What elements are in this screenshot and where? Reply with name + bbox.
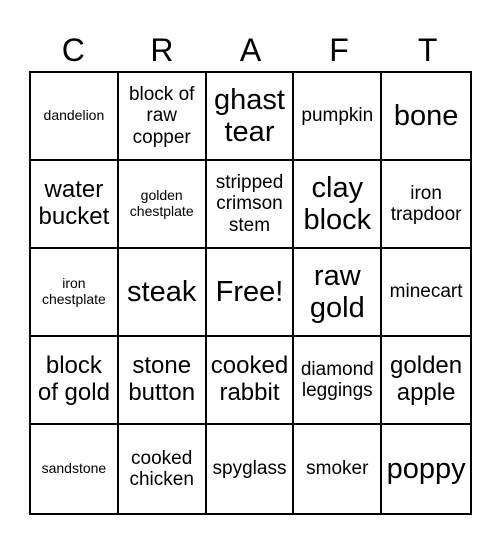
bingo-cell[interactable]: poppy — [382, 425, 470, 513]
bingo-cell[interactable]: cooked rabbit — [206, 337, 295, 425]
bingo-cell[interactable]: sandstone — [31, 425, 119, 513]
header-letter: R — [150, 32, 174, 68]
bingo-cell[interactable]: clay block — [294, 161, 383, 249]
bingo-header: C R A F T — [29, 30, 472, 70]
bingo-cell[interactable]: pumpkin — [294, 73, 383, 161]
free-space-cell[interactable]: Free! — [206, 249, 295, 337]
bingo-cell[interactable]: iron chestplate — [31, 249, 119, 337]
bingo-cell[interactable]: iron trapdoor — [382, 161, 470, 249]
bingo-cell[interactable]: steak — [118, 249, 207, 337]
bingo-cell[interactable]: ghast tear — [206, 73, 295, 161]
bingo-cell[interactable]: spyglass — [207, 425, 295, 513]
header-letter: T — [417, 32, 438, 68]
header-letter: C — [61, 32, 85, 68]
bingo-cell[interactable]: golden chestplate — [118, 161, 207, 249]
bingo-cell[interactable]: raw gold — [294, 249, 383, 337]
bingo-cell[interactable]: stripped crimson stem — [206, 161, 295, 249]
bingo-cell[interactable]: stone button — [118, 337, 207, 425]
bingo-cell[interactable]: water bucket — [31, 161, 119, 249]
bingo-cell[interactable]: bone — [382, 73, 470, 161]
bingo-cell[interactable]: block of raw copper — [118, 73, 207, 161]
bingo-cell[interactable]: diamond leggings — [294, 337, 383, 425]
bingo-grid: dandelion block of raw copper ghast tear pu… — [29, 71, 472, 515]
bingo-cell[interactable]: block of gold — [31, 337, 119, 425]
header-letter: A — [239, 32, 262, 68]
bingo-cell[interactable]: cooked chicken — [119, 425, 207, 513]
bingo-cell[interactable]: minecart — [382, 249, 470, 337]
bingo-cell[interactable]: dandelion — [31, 73, 119, 161]
bingo-cell[interactable]: golden apple — [382, 337, 470, 425]
bingo-cell[interactable]: smoker — [294, 425, 383, 513]
header-letter: F — [329, 32, 349, 68]
